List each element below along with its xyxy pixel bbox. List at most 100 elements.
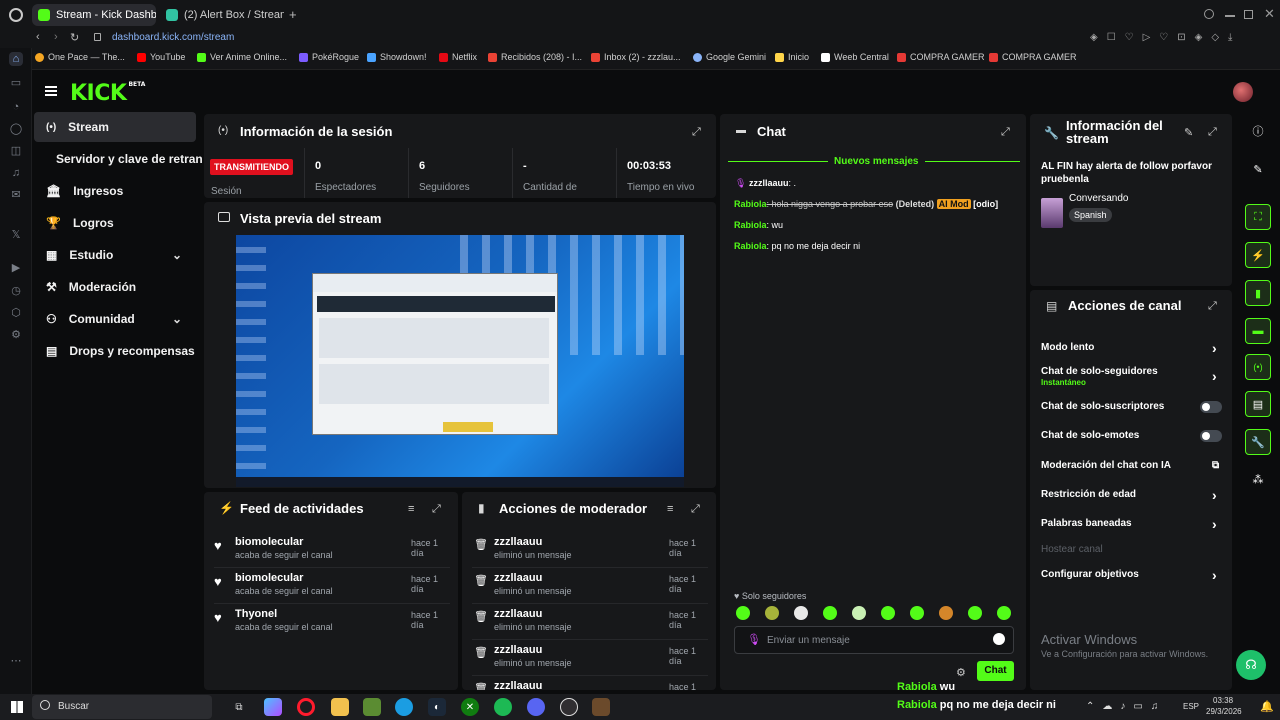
nav-item-stream[interactable]: (•) Stream	[34, 112, 196, 142]
expand-icon[interactable]: ⤢	[1208, 126, 1220, 138]
opera-icon[interactable]	[297, 698, 315, 716]
document-icon[interactable]: ▮	[1245, 280, 1271, 306]
clock-date[interactable]: 29/3/2026	[1206, 707, 1242, 716]
hamburger-menu-icon[interactable]	[45, 86, 57, 96]
chat-username[interactable]: Rabiola	[734, 241, 767, 251]
bookmark-weeb-central[interactable]: Weeb Central	[821, 52, 889, 62]
action-banned-words[interactable]: Palabras baneadas ›	[1041, 516, 1226, 532]
chat-settings-icon[interactable]: ⚙	[956, 666, 966, 679]
minecraft-launcher-icon[interactable]	[592, 698, 610, 716]
emote-icon[interactable]	[968, 606, 982, 620]
bookmark-inicio[interactable]: Inicio	[775, 52, 809, 62]
filter-icon[interactable]: ≡	[408, 503, 420, 515]
search-tabs-icon[interactable]	[1204, 9, 1214, 19]
edit-icon[interactable]: ✎	[1184, 126, 1196, 139]
bookmark-gmail-2[interactable]: Inbox (2) - zzzlau...	[591, 52, 681, 62]
widgets-icon[interactable]: ⁂	[1245, 466, 1271, 492]
notifications-icon[interactable]: 🔔	[1260, 700, 1274, 713]
player-icon[interactable]: ▶	[9, 261, 23, 275]
taskbar-search[interactable]: Buscar	[32, 695, 212, 719]
tab-streamlabs[interactable]: (2) Alert Box / Streamlabs	[160, 4, 284, 26]
messenger-icon[interactable]: ◯	[9, 122, 23, 136]
bookmark-netflix[interactable]: Netflix	[439, 52, 477, 62]
emote-icon[interactable]	[765, 606, 779, 620]
instagram-icon[interactable]: ◫	[9, 144, 23, 158]
bookmark-pokerogue[interactable]: PokéRogue	[299, 52, 359, 62]
chat-username[interactable]: zzzllaauu	[749, 178, 789, 188]
more-icon[interactable]: ⋯	[9, 654, 23, 668]
bookmark-showdown[interactable]: Showdown!	[367, 52, 427, 62]
expand-icon[interactable]: ⤢	[691, 503, 703, 515]
steam-icon[interactable]: ◐	[428, 698, 446, 716]
emote-icon[interactable]	[881, 606, 895, 620]
emote-picker-icon[interactable]	[993, 633, 1005, 645]
nav-item-estudio[interactable]: ▦ Estudio ⌄	[34, 240, 196, 270]
file-explorer-icon[interactable]	[331, 698, 349, 716]
bookmark-gemini[interactable]: Google Gemini	[693, 52, 766, 62]
kick-logo[interactable]: KICK BETA	[70, 81, 145, 106]
stream-preview-video[interactable]	[236, 235, 684, 487]
bookmark-gmail-1[interactable]: Recibidos (208) - I...	[488, 52, 582, 62]
bookmark-compra-gamer-1[interactable]: COMPRA GAMER	[897, 52, 985, 62]
windows-start-icon[interactable]	[11, 701, 23, 713]
emote-icon[interactable]	[852, 606, 866, 620]
bookmark-one-pace[interactable]: One Pace — The...	[35, 52, 125, 62]
emote-icon[interactable]	[823, 606, 837, 620]
maximize-icon[interactable]	[1244, 10, 1253, 19]
reload-icon[interactable]: ↻	[70, 31, 79, 44]
info-icon[interactable]: ⓘ	[1245, 118, 1271, 144]
action-goals[interactable]: Configurar objetivos ›	[1041, 567, 1226, 583]
xbox-icon[interactable]: ✕	[461, 698, 479, 716]
spotify-icon[interactable]	[494, 698, 512, 716]
back-icon[interactable]: ‹	[36, 31, 40, 43]
copilot-icon[interactable]	[264, 698, 282, 716]
send-chat-button[interactable]: Chat	[977, 661, 1014, 681]
history-icon[interactable]: ◷	[9, 284, 23, 298]
broadcast-icon[interactable]: (•)	[1245, 354, 1271, 380]
expand-icon[interactable]: ⤢	[432, 503, 444, 515]
subscribers-only-toggle[interactable]	[1200, 401, 1222, 413]
mail-icon[interactable]: ✉	[9, 188, 23, 202]
nav-item-comunidad[interactable]: ⚇ Comunidad ⌄	[34, 304, 196, 334]
close-window-icon[interactable]: ✕	[1264, 6, 1275, 22]
new-tab-button[interactable]: +	[289, 7, 297, 22]
tab-kick-dashboard[interactable]: Stream - Kick Dashbo	[32, 4, 156, 26]
emotes-only-toggle[interactable]	[1200, 430, 1222, 442]
wallet-icon[interactable]: ▭	[9, 76, 23, 90]
discord-icon[interactable]	[527, 698, 545, 716]
emote-icon[interactable]	[939, 606, 953, 620]
extensions-icons[interactable]: ◈☐♡▷♡⊡◈◇⤓	[1090, 32, 1241, 43]
avatar[interactable]	[1233, 82, 1253, 102]
wrench-icon[interactable]: 🔧	[1245, 429, 1271, 455]
home-icon[interactable]: ⌂	[9, 52, 23, 66]
edit-icon[interactable]: ✎	[1245, 156, 1271, 182]
minimize-icon[interactable]	[1225, 15, 1235, 17]
action-followers-only[interactable]: Chat de solo-seguidores Instantáneo ›	[1041, 366, 1226, 388]
settings-icon[interactable]: ⚙	[9, 328, 23, 342]
bookmark-youtube[interactable]: YouTube	[137, 52, 185, 62]
bookmark-compra-gamer-2[interactable]: COMPRA GAMER	[989, 52, 1077, 62]
music-icon[interactable]: ♫	[9, 166, 23, 180]
nav-item-moderacion[interactable]: ⚒ Moderación	[34, 272, 196, 302]
extensions-icon[interactable]: ⬡	[9, 306, 23, 320]
support-icon[interactable]: ☊	[1236, 650, 1266, 680]
emote-icon[interactable]	[736, 606, 750, 620]
emote-icon[interactable]	[997, 606, 1011, 620]
expand-icon[interactable]: ⤢	[1001, 126, 1013, 138]
chat-icon[interactable]: ▬	[1245, 318, 1271, 344]
nav-item-drops[interactable]: ▤ Drops y recompensas	[34, 336, 196, 366]
clock-time[interactable]: 03:38	[1213, 696, 1233, 705]
chat-username[interactable]: Rabiola	[734, 220, 767, 230]
nav-item-ingresos[interactable]: 🏛 Ingresos	[34, 176, 196, 206]
filter-icon[interactable]: ≡	[667, 503, 679, 515]
tray-icons[interactable]: ⌃☁♪▭♫	[1086, 701, 1166, 712]
expand-icon[interactable]: ⤢	[692, 126, 704, 138]
nav-item-logros[interactable]: 🏆 Logros	[34, 208, 196, 238]
layout-icon[interactable]: ▤	[1245, 391, 1271, 417]
bookmark-anime[interactable]: Ver Anime Online...	[197, 52, 287, 62]
ai-icon[interactable]: ◔	[9, 100, 23, 114]
lightning-icon[interactable]: ⚡	[1245, 242, 1271, 268]
focus-icon[interactable]: ⛶	[1245, 204, 1271, 230]
language-indicator[interactable]: ESP	[1183, 702, 1199, 711]
task-view-icon[interactable]: ⧉	[230, 698, 248, 716]
